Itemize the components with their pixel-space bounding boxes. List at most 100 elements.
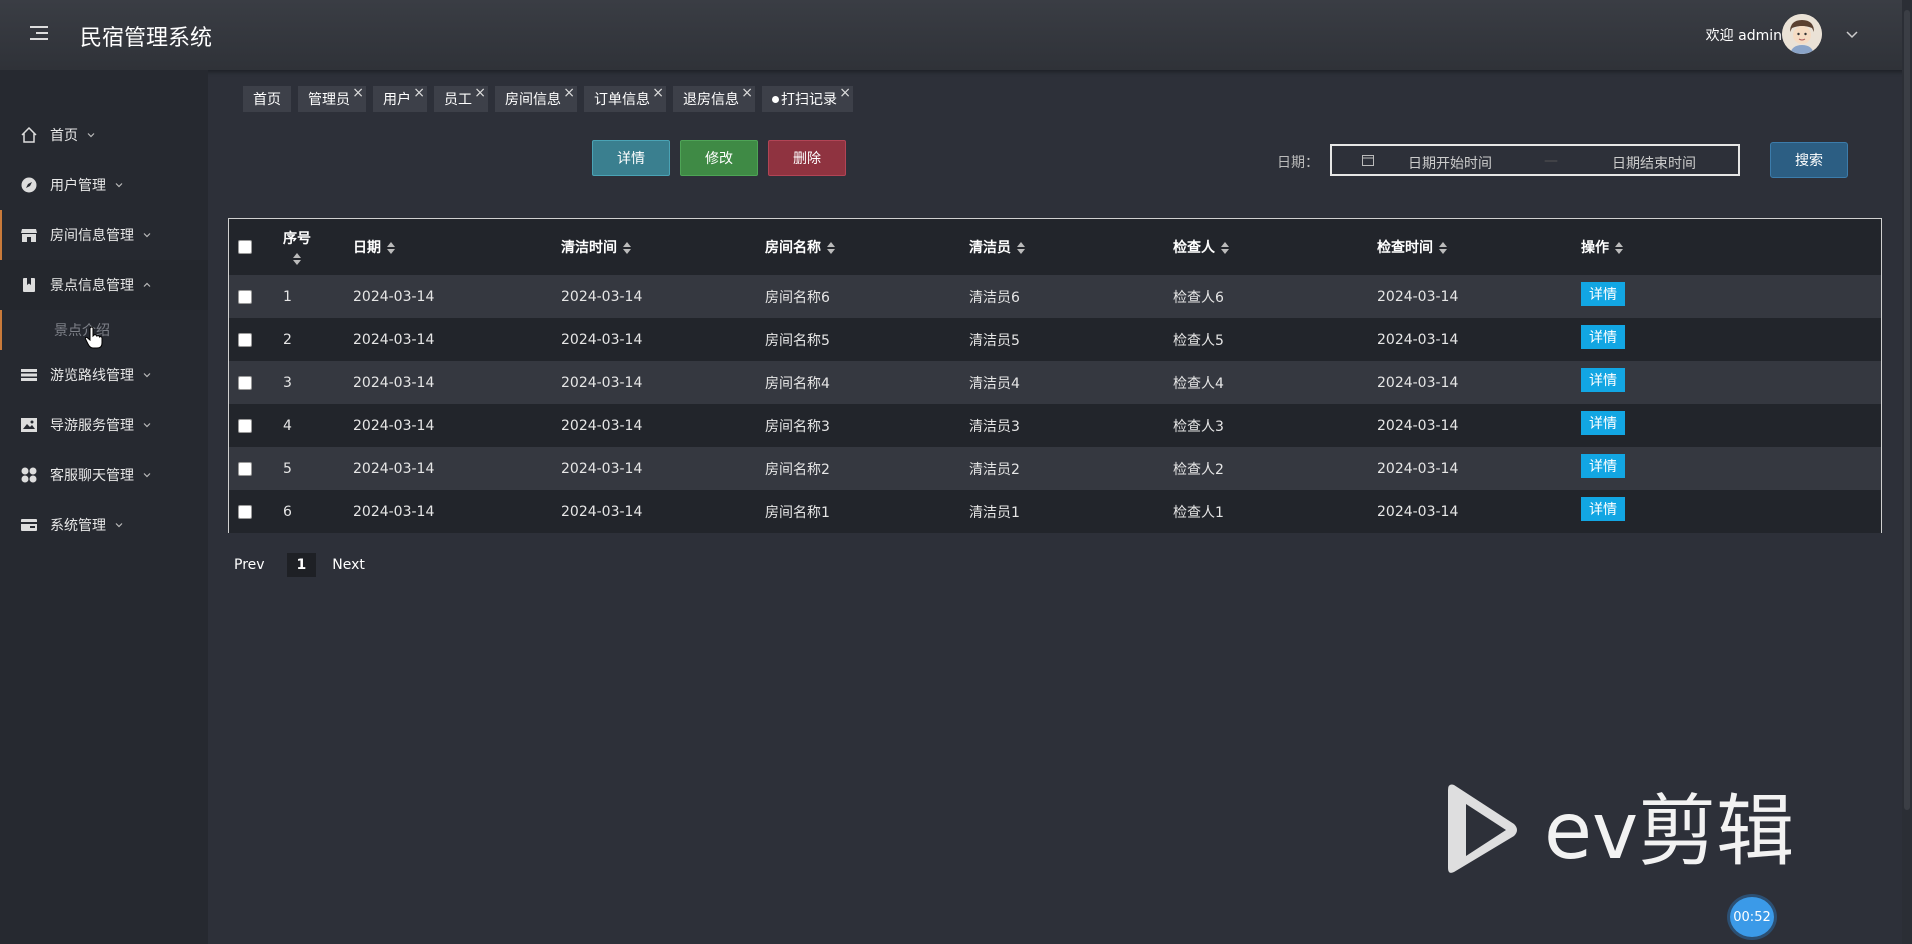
sidebar-subitem-attraction-intro[interactable]: 景点介绍 [0, 310, 208, 350]
row-detail-button[interactable]: 详情 [1581, 282, 1625, 306]
data-table: 序号 日期 清洁时间 房间名称 清洁员 检查人 检查时间 操作 1 2024-0… [228, 218, 1882, 533]
close-icon[interactable]: × [352, 86, 364, 100]
next-page-button[interactable]: Next [330, 553, 367, 577]
cell-inspector: 检查人5 [1173, 332, 1224, 349]
sidebar-item-routes[interactable]: 游览路线管理 [0, 350, 208, 400]
column-header[interactable]: 日期 [353, 219, 561, 275]
search-button[interactable]: 搜索 [1770, 142, 1848, 178]
tab-home[interactable]: 首页 [243, 86, 291, 112]
chevron-down-icon [142, 470, 152, 480]
close-icon[interactable]: × [839, 86, 851, 100]
tab-label: 房间信息 [505, 92, 561, 108]
close-icon[interactable]: × [741, 86, 753, 100]
cell-inspector: 检查人2 [1173, 461, 1224, 478]
tab-admin[interactable]: 管理员 × [298, 86, 366, 112]
select-all-checkbox[interactable] [238, 240, 252, 254]
row-checkbox[interactable] [238, 504, 252, 519]
hand-cursor-icon [84, 326, 103, 349]
tab-bar: 首页 管理员 × 用户 × 员工 × 房间信息 × 订单信息 × 退房信息 × 打扫记录 × [243, 86, 860, 112]
detail-button[interactable]: 详情 [592, 140, 670, 176]
tab-users[interactable]: 用户 × [373, 86, 427, 112]
column-header[interactable]: 清洁员 [969, 219, 1173, 275]
avatar[interactable] [1782, 14, 1822, 54]
date-start-input[interactable]: 日期开始时间 [1408, 153, 1492, 173]
cell-check-time: 2024-03-14 [1377, 331, 1459, 348]
cell-seq: 4 [283, 417, 292, 434]
cell-check-time: 2024-03-14 [1377, 460, 1459, 477]
cell-clean-time: 2024-03-14 [561, 417, 643, 434]
page-number-button[interactable]: 1 [286, 553, 317, 577]
cell-room: 房间名称5 [765, 332, 830, 349]
row-detail-button[interactable]: 详情 [1581, 411, 1625, 435]
chevron-up-icon [142, 280, 152, 290]
row-detail-button[interactable]: 详情 [1581, 454, 1625, 478]
tab-staff[interactable]: 员工 × [434, 86, 488, 112]
row-checkbox[interactable] [238, 289, 252, 304]
table-row[interactable]: 3 2024-03-14 2024-03-14 房间名称4 清洁员4 检查人4 … [229, 361, 1881, 404]
ev-watermark-logo-icon: ev剪辑 [1448, 784, 1794, 877]
table-row[interactable]: 6 2024-03-14 2024-03-14 房间名称1 清洁员1 检查人1 … [229, 490, 1881, 533]
sidebar-item-label: 景点信息管理 [50, 278, 134, 294]
edit-button[interactable]: 修改 [680, 140, 758, 176]
welcome-text: 欢迎 admin [1705, 28, 1782, 44]
sidebar-item-customer-chat[interactable]: 客服聊天管理 [0, 450, 208, 500]
sidebar-item-system[interactable]: 系统管理 [0, 500, 208, 550]
column-header[interactable]: 房间名称 [765, 219, 969, 275]
column-header[interactable]: 序号 [283, 219, 353, 275]
close-icon[interactable]: × [413, 86, 425, 100]
tab-label: 退房信息 [683, 92, 739, 108]
row-checkbox[interactable] [238, 375, 252, 390]
avatar-face-icon [1782, 14, 1822, 54]
row-checkbox[interactable] [238, 332, 252, 347]
tab-label: 用户 [383, 92, 411, 108]
cell-check-time: 2024-03-14 [1377, 288, 1459, 305]
column-header-label: 检查人 [1173, 240, 1215, 256]
tab-cleaning-records[interactable]: 打扫记录 × [762, 86, 853, 112]
row-detail-button[interactable]: 详情 [1581, 497, 1625, 521]
column-header-label: 房间名称 [765, 240, 821, 256]
row-detail-button[interactable]: 详情 [1581, 325, 1625, 349]
column-header[interactable]: 操作 [1581, 219, 1881, 275]
cell-cleaner: 清洁员4 [969, 375, 1020, 392]
sidebar-item-rooms[interactable]: 房间信息管理 [0, 210, 208, 260]
sidebar-item-home[interactable]: 首页 [0, 110, 208, 160]
table-row[interactable]: 1 2024-03-14 2024-03-14 房间名称6 清洁员6 检查人6 … [229, 275, 1881, 318]
page-scrollbar[interactable] [1902, 0, 1912, 944]
row-checkbox[interactable] [238, 418, 252, 433]
cell-check-time: 2024-03-14 [1377, 417, 1459, 434]
table-row[interactable]: 5 2024-03-14 2024-03-14 房间名称2 清洁员2 检查人2 … [229, 447, 1881, 490]
date-end-input[interactable]: 日期结束时间 [1612, 153, 1696, 173]
cell-seq: 2 [283, 331, 292, 348]
cell-inspector: 检查人1 [1173, 504, 1224, 521]
column-header[interactable]: 清洁时间 [561, 219, 765, 275]
row-checkbox[interactable] [238, 461, 252, 476]
cell-inspector: 检查人4 [1173, 375, 1224, 392]
close-icon[interactable]: × [652, 86, 664, 100]
date-separator: — [1544, 153, 1558, 169]
table-row[interactable]: 2 2024-03-14 2024-03-14 房间名称5 清洁员5 检查人5 … [229, 318, 1881, 361]
column-header[interactable]: 检查时间 [1377, 219, 1581, 275]
bookmark-icon [20, 276, 38, 294]
column-header[interactable]: 检查人 [1173, 219, 1377, 275]
tab-checkout-info[interactable]: 退房信息 × [673, 86, 755, 112]
cell-cleaner: 清洁员5 [969, 332, 1020, 349]
delete-button[interactable]: 删除 [768, 140, 846, 176]
menu-toggle-icon[interactable] [30, 26, 48, 40]
user-menu-chevron-icon[interactable] [1844, 26, 1860, 42]
tab-room-info[interactable]: 房间信息 × [495, 86, 577, 112]
sidebar-item-users[interactable]: 用户管理 [0, 160, 208, 210]
cell-check-time: 2024-03-14 [1377, 374, 1459, 391]
close-icon[interactable]: × [474, 86, 486, 100]
date-range-picker[interactable]: 日期开始时间 — 日期结束时间 [1330, 144, 1740, 176]
prev-page-button[interactable]: Prev [232, 553, 267, 577]
column-header-label: 检查时间 [1377, 240, 1433, 256]
sidebar-item-label: 客服聊天管理 [50, 468, 134, 484]
row-detail-button[interactable]: 详情 [1581, 368, 1625, 392]
cell-room: 房间名称4 [765, 375, 830, 392]
tab-order-info[interactable]: 订单信息 × [584, 86, 666, 112]
sidebar-item-attractions[interactable]: 景点信息管理 [0, 260, 208, 310]
sidebar-item-guide-service[interactable]: 导游服务管理 [0, 400, 208, 450]
scroll-thumb[interactable] [1904, 10, 1910, 810]
close-icon[interactable]: × [563, 86, 575, 100]
table-row[interactable]: 4 2024-03-14 2024-03-14 房间名称3 清洁员3 检查人3 … [229, 404, 1881, 447]
